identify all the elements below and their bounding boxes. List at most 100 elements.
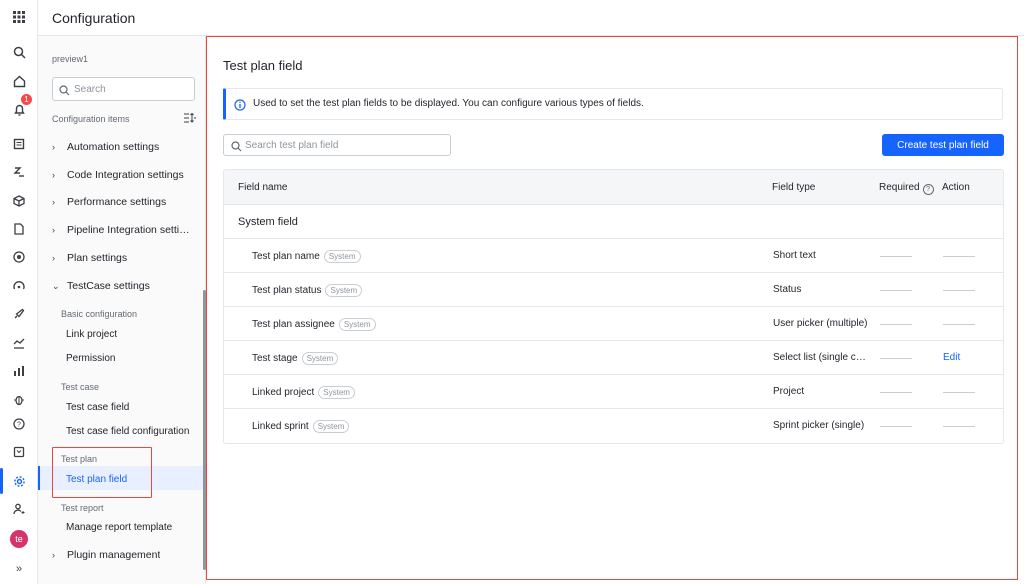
svg-text:?: ? [17, 422, 21, 429]
page-title: Test plan field [223, 58, 303, 73]
required-empty [880, 290, 912, 291]
gauge-icon[interactable] [8, 275, 30, 297]
col-required: Required? [879, 182, 934, 195]
required-empty [880, 392, 912, 393]
search-icon [59, 83, 70, 101]
group-pipeline-integration-settings[interactable]: › Pipeline Integration settings [52, 224, 190, 236]
cube-icon[interactable] [8, 190, 30, 212]
config-items-label: Configuration items [52, 114, 130, 124]
field-type: User picker (multiple) [773, 318, 868, 329]
section-basic-configuration: Basic configuration [61, 309, 138, 319]
bug-icon[interactable] [8, 389, 30, 411]
edit-link[interactable]: Edit [943, 352, 960, 363]
field-name: Test plan status [252, 285, 322, 296]
home-icon[interactable] [8, 70, 30, 92]
sidebar-item-test-case-field[interactable]: Test case field [66, 402, 129, 413]
trend-chart-icon[interactable] [8, 332, 30, 354]
chevron-right-icon: › [52, 253, 55, 263]
group-testcase-settings[interactable]: ⌄ TestCase settings [52, 280, 150, 292]
system-tag: System [301, 352, 339, 365]
page-header-title: Configuration [52, 10, 136, 26]
col-field-type: Field type [772, 182, 816, 193]
search-icon[interactable] [8, 41, 30, 63]
field-name: Test plan assignee [252, 319, 335, 330]
bar-chart-icon[interactable] [8, 360, 30, 382]
system-tag: System [312, 420, 350, 433]
top-header: Configuration [38, 0, 1024, 36]
group-plan-settings[interactable]: › Plan settings [52, 252, 127, 264]
fields-table: Field name Field type Required? Action S… [223, 169, 1004, 444]
chevron-right-icon: › [52, 225, 55, 235]
collapse-all-icon[interactable] [184, 112, 196, 126]
system-tag: System [338, 318, 376, 331]
sidebar-item-link-project[interactable]: Link project [66, 329, 117, 340]
highlight-annotation-box [52, 447, 152, 498]
system-tag: System [325, 284, 363, 297]
help-icon[interactable]: ? [922, 184, 934, 195]
chevron-right-icon: › [52, 550, 55, 560]
action-empty [943, 426, 975, 427]
target-icon[interactable] [8, 246, 30, 268]
avatar[interactable]: te [10, 530, 28, 548]
create-test-plan-field-button[interactable]: Create test plan field [882, 134, 1004, 156]
group-automation-settings[interactable]: › Automation settings [52, 141, 159, 153]
document-icon[interactable] [8, 133, 30, 155]
required-empty [880, 256, 912, 257]
group-code-integration-settings[interactable]: › Code Integration settings [52, 169, 184, 181]
apps-grid-icon[interactable] [8, 6, 30, 28]
sidebar-search[interactable] [52, 77, 195, 101]
system-tag: System [318, 386, 355, 399]
required-empty [880, 358, 912, 359]
table-row[interactable]: Linked project System Project [224, 375, 1003, 409]
table-row[interactable]: Test plan assignee System User picker (mu… [224, 307, 1003, 341]
action-empty [943, 290, 975, 291]
settings-gear-icon[interactable] [0, 468, 30, 494]
sort-icon[interactable] [8, 161, 30, 183]
notification-badge: 1 [21, 94, 32, 105]
system-field-label: System field [238, 216, 298, 228]
config-sidebar: preview1 Configuration items › Automatio… [38, 36, 206, 584]
system-field-group-row: System field [224, 205, 1003, 239]
group-plugin-management[interactable]: › Plugin management [52, 549, 160, 561]
sidebar-item-manage-report-template[interactable]: Manage report template [66, 522, 172, 533]
search-icon [231, 139, 242, 157]
field-search[interactable] [223, 134, 451, 156]
main-panel: Test plan field Used to set the test pla… [206, 36, 1018, 580]
group-performance-settings[interactable]: › Performance settings [52, 196, 166, 208]
rocket-icon[interactable] [8, 303, 30, 325]
required-empty [880, 426, 912, 427]
field-search-input[interactable] [245, 138, 445, 153]
chevron-right-icon: › [52, 170, 55, 180]
help-icon[interactable]: ? [8, 413, 30, 435]
bell-icon[interactable]: 1 [8, 94, 32, 120]
table-row[interactable]: Test plan status System Status [224, 273, 1003, 307]
info-banner: Used to set the test plan fields to be d… [223, 88, 1003, 120]
left-rail: 1 ? te » [0, 0, 38, 584]
table-header: Field name Field type Required? Action [224, 170, 1003, 205]
package-icon[interactable] [8, 441, 30, 463]
expand-icon[interactable]: » [8, 558, 30, 580]
section-test-case: Test case [61, 382, 100, 392]
info-icon [234, 98, 246, 116]
table-row[interactable]: Test stage System Select list (single cho… [224, 341, 1003, 375]
sidebar-search-input[interactable] [74, 81, 189, 97]
field-name: Test plan name [252, 251, 320, 262]
field-name: Linked sprint [252, 421, 309, 432]
sidebar-item-test-case-field-configuration[interactable]: Test case field configuration [66, 426, 189, 437]
action-empty [943, 324, 975, 325]
col-action: Action [942, 182, 970, 193]
table-row[interactable]: Linked sprint System Sprint picker (singl… [224, 409, 1003, 443]
active-item-indicator [38, 466, 40, 490]
system-tag: System [323, 250, 361, 263]
field-type: Status [773, 284, 802, 295]
sidebar-item-permission[interactable]: Permission [66, 353, 115, 364]
required-empty [880, 324, 912, 325]
table-row[interactable]: Test plan name System Short text [224, 239, 1003, 273]
chevron-right-icon: › [52, 197, 55, 207]
info-text: Used to set the test plan fields to be d… [253, 98, 644, 109]
add-user-icon[interactable] [8, 498, 30, 520]
project-name: preview1 [52, 54, 89, 64]
field-name: Linked project [252, 387, 315, 398]
field-type: Project [773, 386, 805, 397]
file-icon[interactable] [8, 218, 30, 240]
